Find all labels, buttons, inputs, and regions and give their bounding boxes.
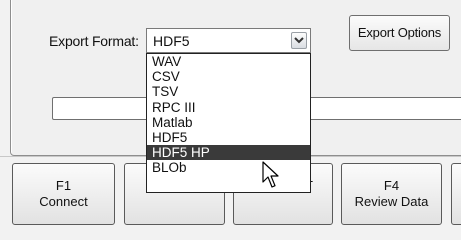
dropdown-toggle-button[interactable] <box>291 32 307 49</box>
chevron-down-icon <box>294 37 304 44</box>
option-wav[interactable]: WAV <box>147 54 310 69</box>
option-matlab[interactable]: Matlab <box>147 115 310 130</box>
option-rpc-iii[interactable]: RPC III <box>147 100 310 115</box>
option-hdf5-hp[interactable]: HDF5 HP <box>147 145 310 161</box>
export-options-button[interactable]: Export Options <box>349 15 450 51</box>
f4-name-label: Review Data <box>354 194 429 209</box>
export-format-value: HDF5 <box>153 33 190 49</box>
f5-button[interactable] <box>451 163 461 225</box>
f4-key-label: F4 <box>383 178 400 193</box>
f1-key-label: F1 <box>55 178 72 193</box>
mouse-pointer-icon <box>262 161 279 188</box>
export-format-select[interactable]: HDF5 <box>146 28 311 53</box>
option-tsv[interactable]: TSV <box>147 84 310 99</box>
f1-connect-button[interactable]: F1 Connect <box>12 163 115 225</box>
export-format-label: Export Format: <box>49 33 139 49</box>
export-format-dropdown-list[interactable]: WAV CSV TSV RPC III Matlab HDF5 HDF5 HP … <box>146 53 311 193</box>
f4-review-data-button[interactable]: F4 Review Data <box>341 163 442 225</box>
option-csv[interactable]: CSV <box>147 69 310 84</box>
option-hdf5[interactable]: HDF5 <box>147 130 310 145</box>
option-blob[interactable]: BLOb <box>147 160 310 175</box>
f1-name-label: Connect <box>39 194 88 209</box>
